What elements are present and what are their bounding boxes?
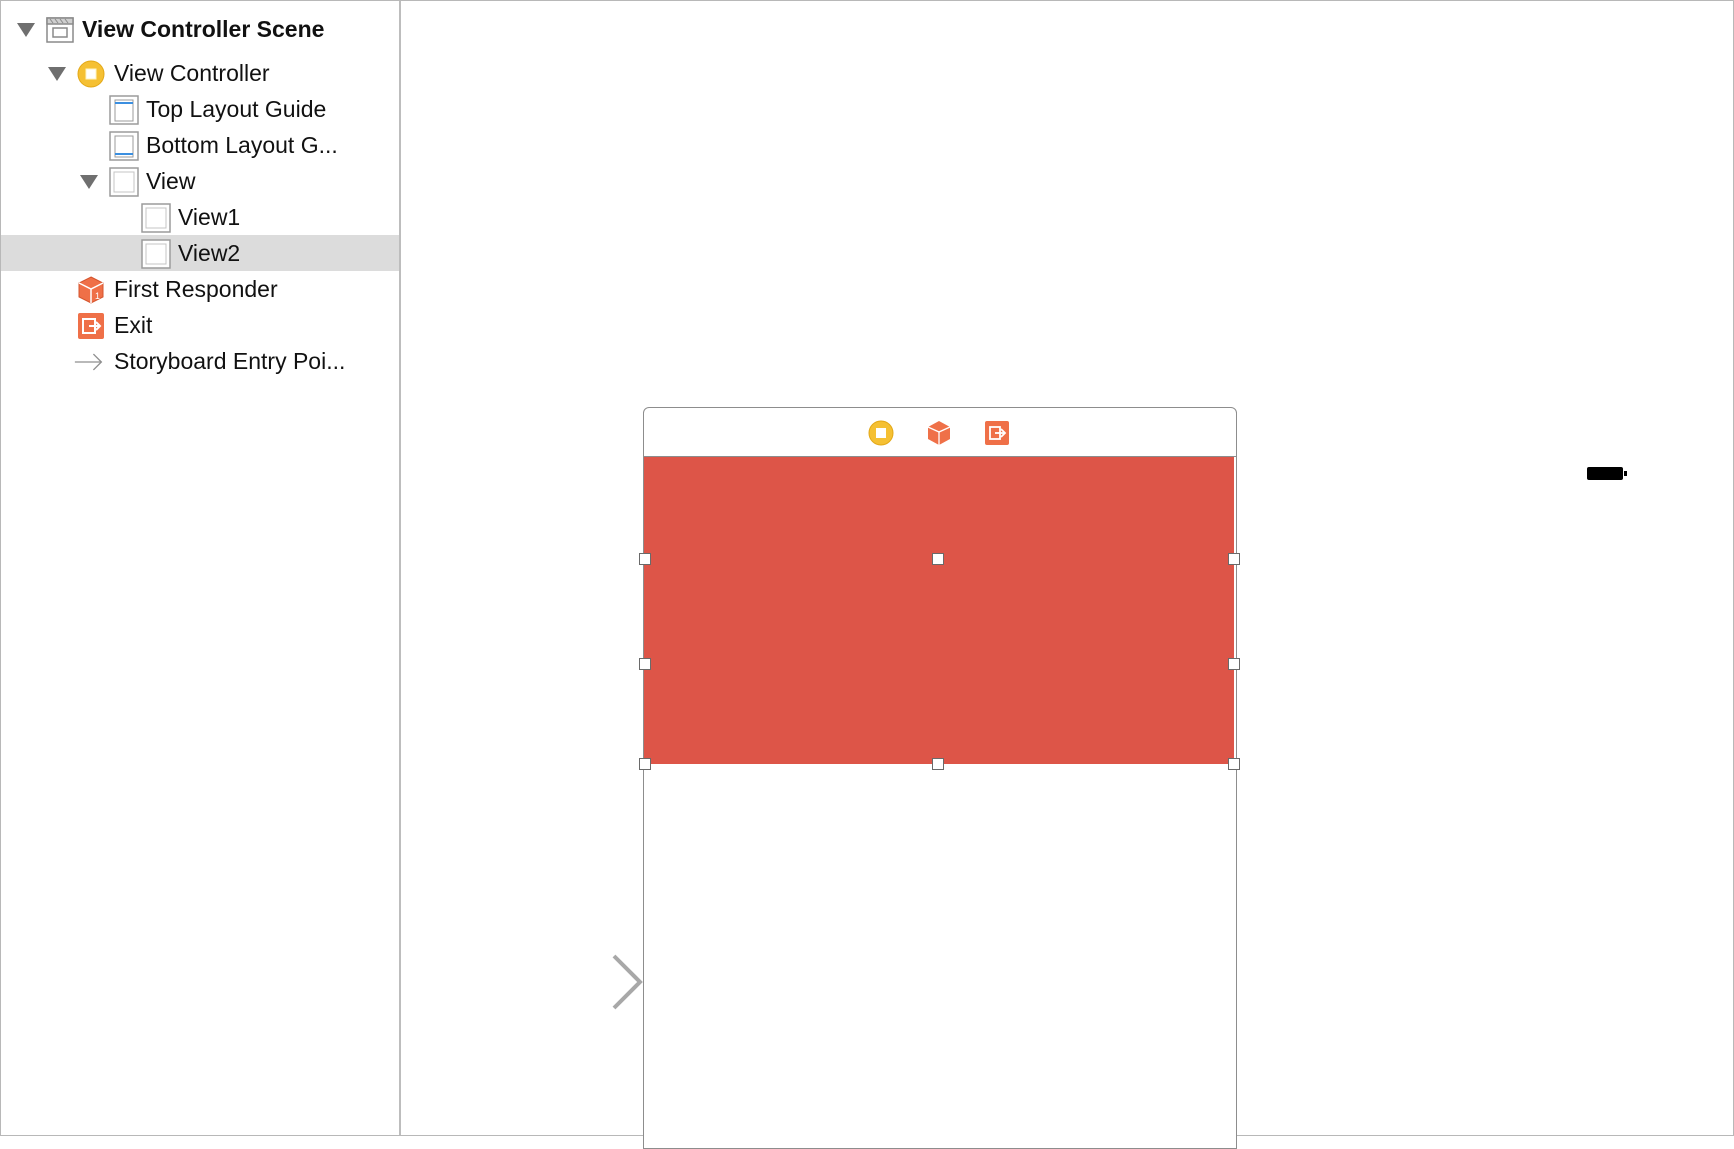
resize-handle-bottom-left[interactable] bbox=[639, 758, 651, 770]
resize-handle-bottom[interactable] bbox=[932, 758, 944, 770]
outline-item-label: View Controller Scene bbox=[82, 16, 325, 42]
selected-view-view2[interactable] bbox=[644, 457, 1234, 764]
resize-handle-bottom-right[interactable] bbox=[1228, 758, 1240, 770]
resize-handle-top-left[interactable] bbox=[639, 553, 651, 565]
outline-item-label: First Responder bbox=[114, 276, 278, 302]
view-controller-icon[interactable] bbox=[868, 420, 894, 446]
disclosure-triangle-icon[interactable] bbox=[17, 23, 35, 37]
top-layout-guide-icon bbox=[109, 95, 139, 125]
outline-item-label: Storyboard Entry Poi... bbox=[114, 348, 346, 374]
outline-item-label: View Controller bbox=[114, 60, 270, 86]
battery-icon bbox=[1587, 467, 1623, 480]
outline-item-view1[interactable]: View1 bbox=[1, 199, 399, 235]
disclosure-triangle-icon[interactable] bbox=[48, 67, 66, 81]
outline-item-storyboard-entry-point[interactable]: Storyboard Entry Poi... bbox=[1, 343, 399, 379]
outline-item-label: Bottom Layout G... bbox=[146, 132, 338, 158]
view-icon bbox=[109, 167, 139, 197]
view-icon bbox=[141, 239, 171, 269]
outline-item-view2[interactable]: View2 bbox=[1, 235, 399, 271]
outline-item-label: View bbox=[146, 168, 196, 194]
outline-item-label: View2 bbox=[178, 240, 241, 266]
entry-point-arrow-icon bbox=[74, 353, 103, 371]
outline-item-top-layout-guide[interactable]: Top Layout Guide bbox=[1, 91, 399, 127]
storyboard-canvas[interactable] bbox=[402, 1, 1732, 1149]
view-controller-icon bbox=[77, 60, 105, 88]
exit-icon[interactable] bbox=[984, 420, 1010, 446]
resize-handle-right[interactable] bbox=[1228, 658, 1240, 670]
outline-item-first-responder[interactable]: 1 First Responder bbox=[1, 271, 399, 307]
document-outline: View Controller Scene View Controller To… bbox=[1, 1, 401, 1135]
resize-handle-top-right[interactable] bbox=[1228, 553, 1240, 565]
disclosure-triangle-icon[interactable] bbox=[80, 175, 98, 189]
resize-handle-top[interactable] bbox=[932, 553, 944, 565]
svg-text:1: 1 bbox=[95, 291, 100, 301]
first-responder-icon[interactable] bbox=[926, 420, 952, 446]
outline-item-label: Exit bbox=[114, 312, 153, 338]
entry-point-arrow-icon[interactable] bbox=[486, 946, 646, 1010]
outline-item-label: Top Layout Guide bbox=[146, 96, 327, 122]
scene-dock bbox=[644, 408, 1236, 457]
outline-item-exit[interactable]: Exit bbox=[1, 307, 399, 343]
exit-icon bbox=[78, 313, 104, 339]
outline-item-bottom-layout-guide[interactable]: Bottom Layout G... bbox=[1, 127, 399, 163]
scene-icon bbox=[46, 17, 74, 43]
bottom-layout-guide-icon bbox=[109, 131, 139, 161]
outline-item-view[interactable]: View bbox=[1, 163, 399, 199]
first-responder-icon: 1 bbox=[78, 276, 104, 304]
outline-item-label: View1 bbox=[178, 204, 241, 230]
resize-handle-left[interactable] bbox=[639, 658, 651, 670]
outline-item-view-controller-scene[interactable]: View Controller Scene bbox=[1, 11, 399, 47]
battery-tip bbox=[1624, 471, 1627, 476]
outline-item-view-controller[interactable]: View Controller bbox=[1, 55, 399, 91]
view-icon bbox=[141, 203, 171, 233]
